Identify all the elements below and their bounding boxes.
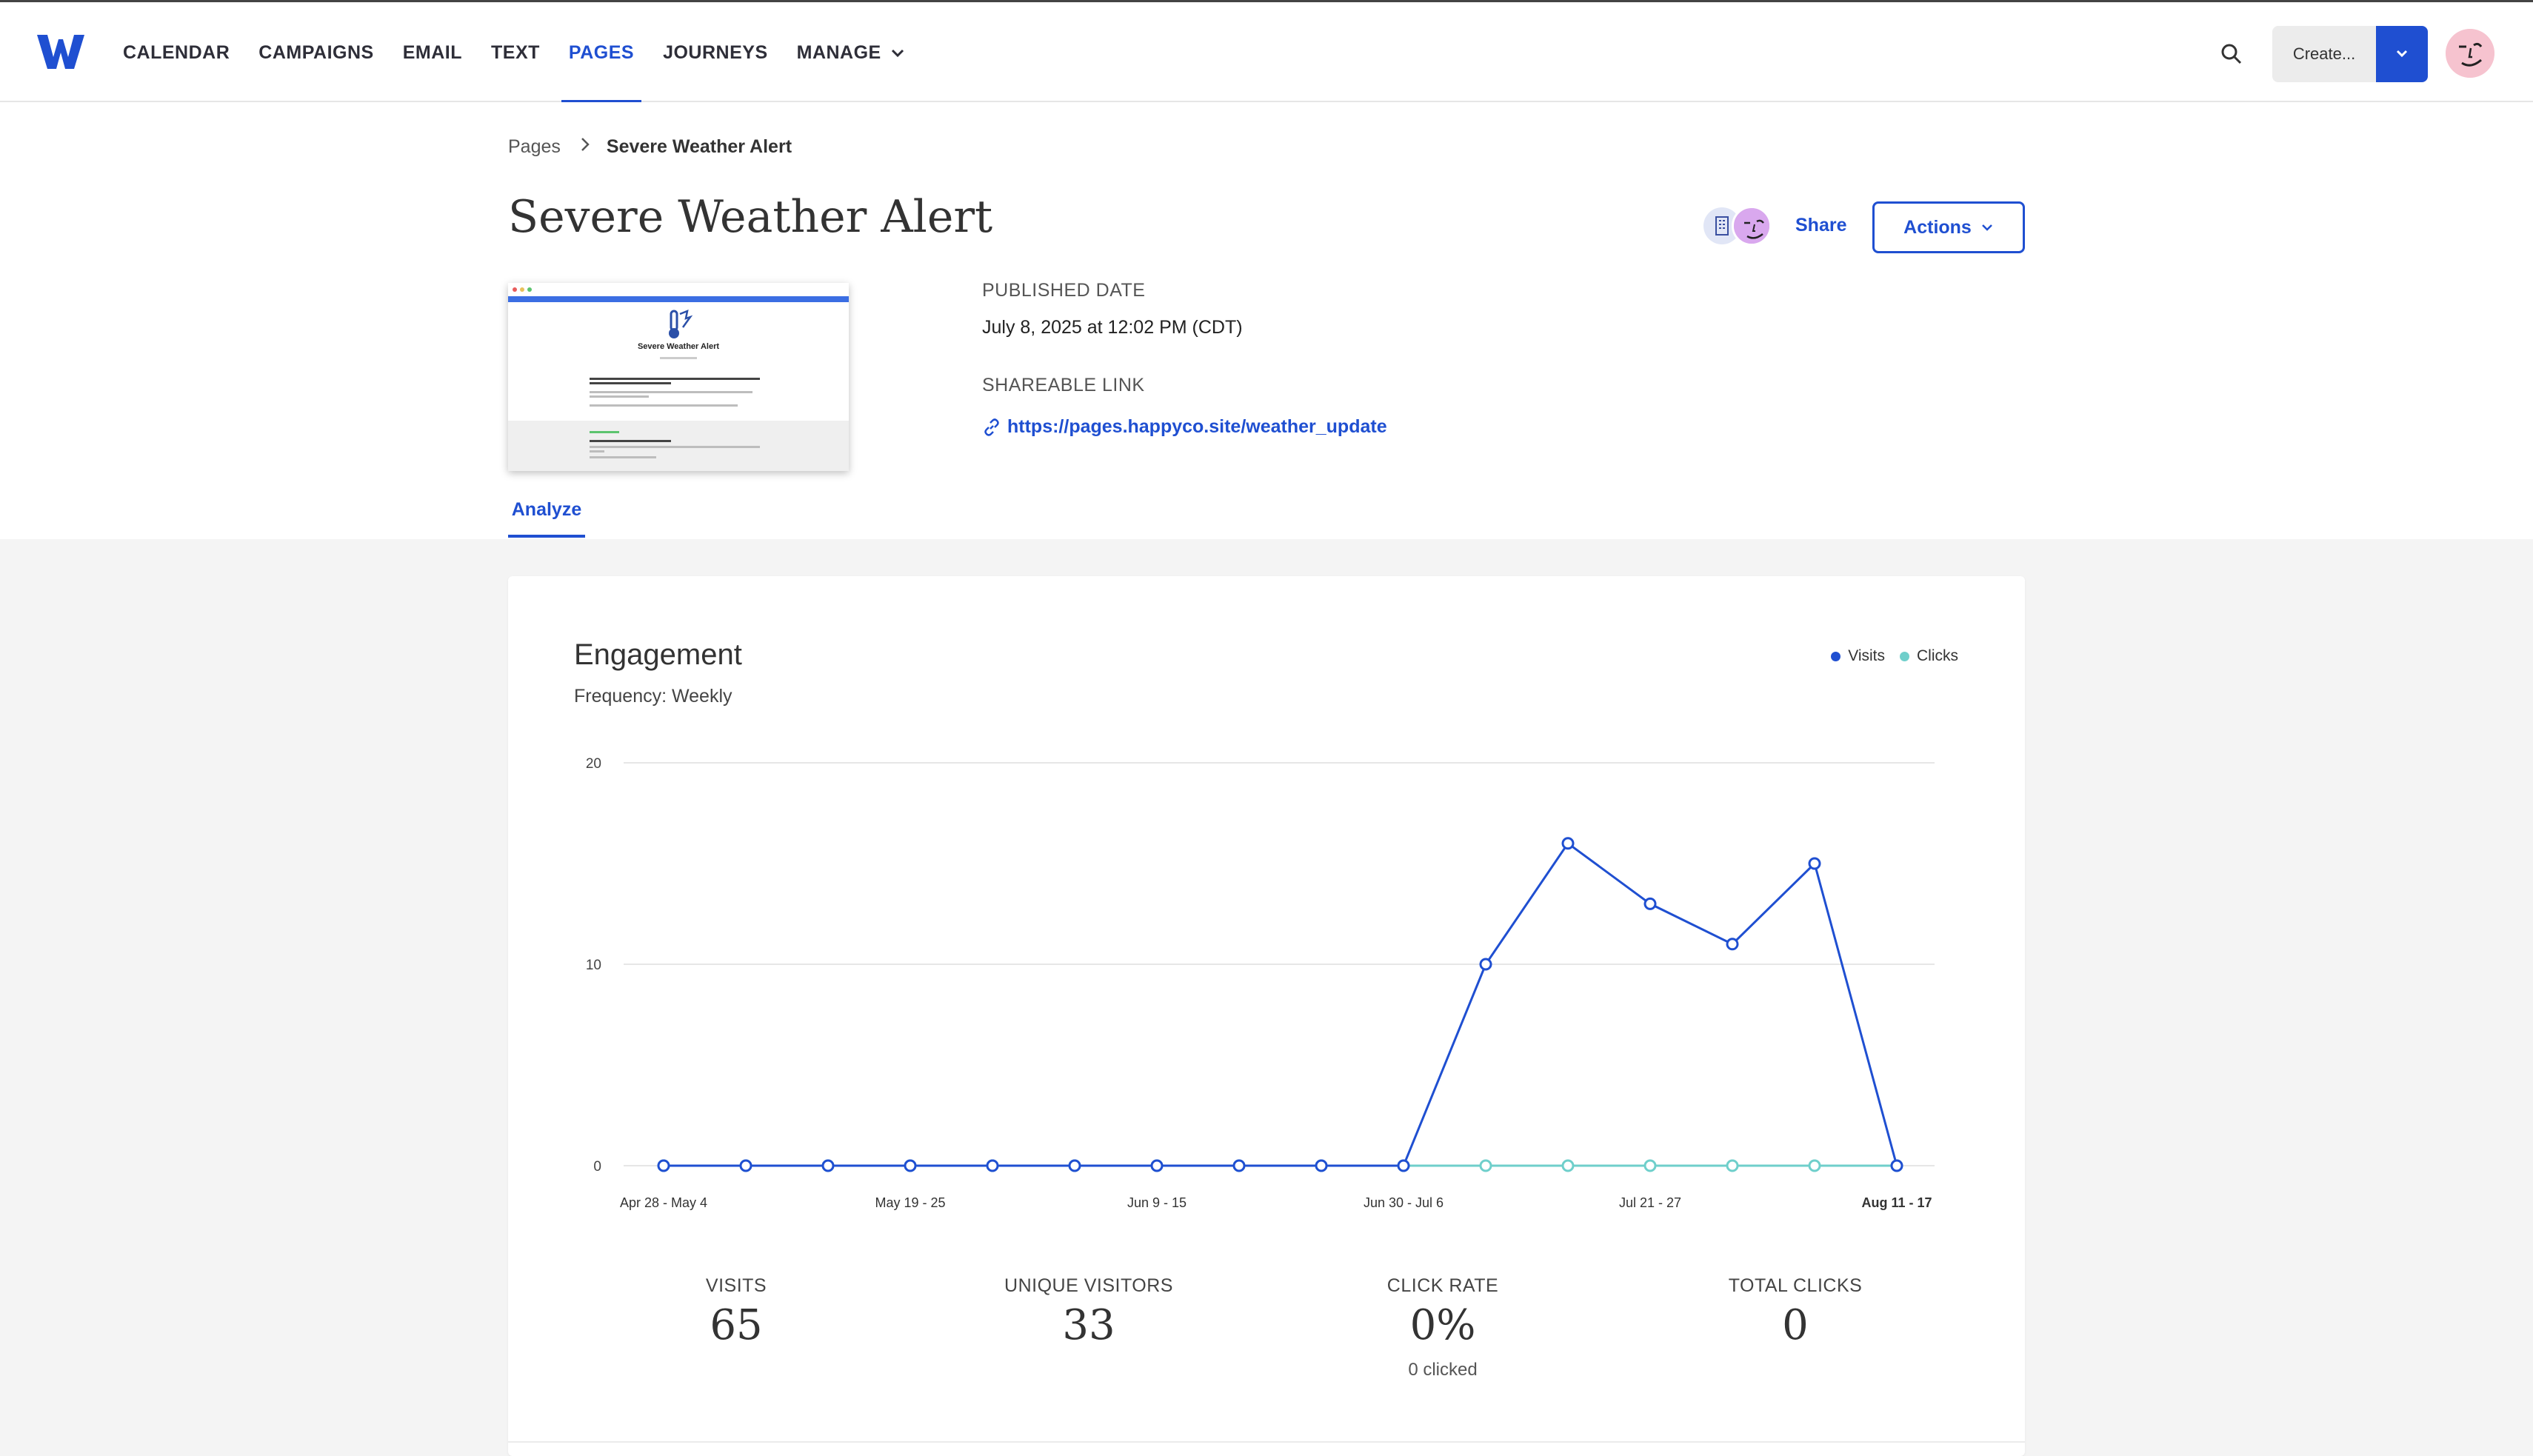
y-tick-label: 20 [586,756,601,772]
data-point-clicks [1643,1159,1657,1172]
breadcrumb-current: Severe Weather Alert [606,136,792,157]
nav-item-calendar[interactable]: CALENDAR [123,2,230,103]
page-title: Severe Weather Alert [508,191,993,243]
stat-label: UNIQUE VISITORS [1004,1275,1173,1296]
data-point-clicks [1726,1159,1739,1172]
engagement-stats: VISITS 65 UNIQUE VISITORS 33 CLICK RATE … [508,1275,2025,1423]
x-tick-label: Aug 11 - 17 [1861,1195,1932,1210]
x-tick-label: Apr 28 - May 4 [620,1195,707,1210]
engagement-line-chart: 0 10 20 Apr 28 - May 4 May 19 - 25 Jun 9 - 15… [586,756,1935,1210]
stat-label: CLICK RATE [1386,1275,1499,1296]
top-navigation: CALENDAR CAMPAIGNS EMAIL TEXT PAGES JOUR… [0,0,2533,103]
data-point-visits [739,1159,752,1172]
stat-value: 0% [1409,1301,1476,1349]
data-point-visits [1068,1159,1081,1172]
breadcrumb: Pages Severe Weather Alert [508,136,792,158]
stat-visits: VISITS 65 [588,1275,884,1349]
nav-label: JOURNEYS [663,41,768,63]
card-divider [508,1441,2025,1443]
nav-item-pages[interactable]: PAGES [561,2,642,103]
search-icon[interactable] [2218,41,2245,67]
nav-label: TEXT [491,41,540,63]
data-point-visits [1479,958,1492,971]
stat-value: 65 [710,1301,763,1349]
page-thumbnail[interactable]: Severe Weather Alert [508,283,849,471]
shareable-link[interactable]: https://pages.happyco.site/weather_updat… [982,416,1387,438]
window-dots-icon [513,287,532,292]
nav-item-manage[interactable]: MANAGE [797,2,905,103]
stat-subtext: 0 clicked [1408,1360,1478,1380]
stat-unique-visitors: UNIQUE VISITORS 33 [941,1275,1237,1349]
published-date-value: July 8, 2025 at 12:02 PM (CDT) [982,317,1243,338]
y-tick-label: 0 [593,1159,601,1175]
user-avatar[interactable] [2446,29,2494,78]
data-point-visits [1726,938,1739,951]
data-point-clicks [1479,1159,1492,1172]
chevron-down-icon [2396,50,2408,58]
data-point-clicks [1561,1159,1575,1172]
actions-dropdown-button[interactable]: Actions [1872,201,2025,253]
chevron-down-icon [890,42,905,64]
nav-label: EMAIL [402,41,462,63]
stat-click-rate: CLICK RATE 0% 0 clicked [1295,1275,1591,1380]
x-tick-label: Jul 21 - 27 [1619,1195,1681,1210]
tab-analyze[interactable]: Analyze [508,499,585,538]
nav-item-journeys[interactable]: JOURNEYS [663,2,768,103]
link-icon [984,418,999,436]
stat-label: VISITS [705,1275,767,1296]
thumbnail-footer [508,421,849,471]
collaborators[interactable] [1703,206,1773,246]
page-header: Pages Severe Weather Alert Severe Weathe… [0,102,2533,539]
chevron-right-icon [580,136,590,158]
data-point-visits [986,1159,999,1172]
thumbnail-header-bar [508,296,849,302]
stat-label: TOTAL CLICKS [1728,1275,1863,1296]
data-point-visits [1315,1159,1328,1172]
stat-value: 0 [1782,1301,1809,1349]
nav-item-campaigns[interactable]: CAMPAIGNS [258,2,373,103]
create-dropdown-toggle[interactable] [2376,26,2428,82]
data-point-visits [1397,1159,1410,1172]
series-line-visits [664,841,1898,1167]
nav-item-text[interactable]: TEXT [491,2,540,103]
data-point-visits [1890,1159,1903,1172]
engagement-card: Engagement Frequency: Weekly Visits Clic… [508,576,2025,1456]
data-point-visits [1643,897,1657,910]
nav-label: CALENDAR [123,41,230,63]
collaborator-avatar [1732,206,1772,246]
main-nav: CALENDAR CAMPAIGNS EMAIL TEXT PAGES JOUR… [123,2,934,103]
shareable-link-url: https://pages.happyco.site/weather_updat… [1007,416,1387,437]
create-split-button: Create... [2272,26,2428,82]
data-point-visits [1808,857,1821,870]
share-button[interactable]: Share [1795,215,1846,236]
chevron-down-icon [1981,224,1992,231]
data-point-visits [1561,837,1575,850]
data-point-clicks [1808,1159,1821,1172]
thermometer-icon [669,309,693,338]
published-date-label: PUBLISHED DATE [982,280,1146,301]
x-tick-label: Jun 9 - 15 [1127,1195,1187,1210]
stat-value: 33 [1062,1301,1115,1349]
x-tick-label: May 19 - 25 [875,1195,945,1210]
data-point-visits [1150,1159,1164,1172]
data-point-visits [1232,1159,1246,1172]
breadcrumb-pages-link[interactable]: Pages [508,136,561,158]
x-tick-label: Jun 30 - Jul 6 [1364,1195,1444,1210]
data-point-visits [657,1159,670,1172]
data-point-visits [904,1159,917,1172]
nav-item-email[interactable]: EMAIL [403,2,462,103]
face-avatar-icon [1734,208,1769,244]
data-point-visits [821,1159,835,1172]
actions-label: Actions [1903,216,1972,238]
shareable-link-label: SHAREABLE LINK [982,375,1145,395]
y-tick-label: 10 [586,958,601,973]
brand-logo-icon[interactable] [36,32,86,72]
nav-label: CAMPAIGNS [258,41,374,63]
nav-label: PAGES [568,41,635,63]
thumbnail-title: Severe Weather Alert [637,342,720,351]
nav-label: MANAGE [796,41,881,63]
create-button[interactable]: Create... [2272,26,2376,82]
stat-total-clicks: TOTAL CLICKS 0 [1647,1275,1943,1349]
face-avatar-icon [2446,29,2494,78]
